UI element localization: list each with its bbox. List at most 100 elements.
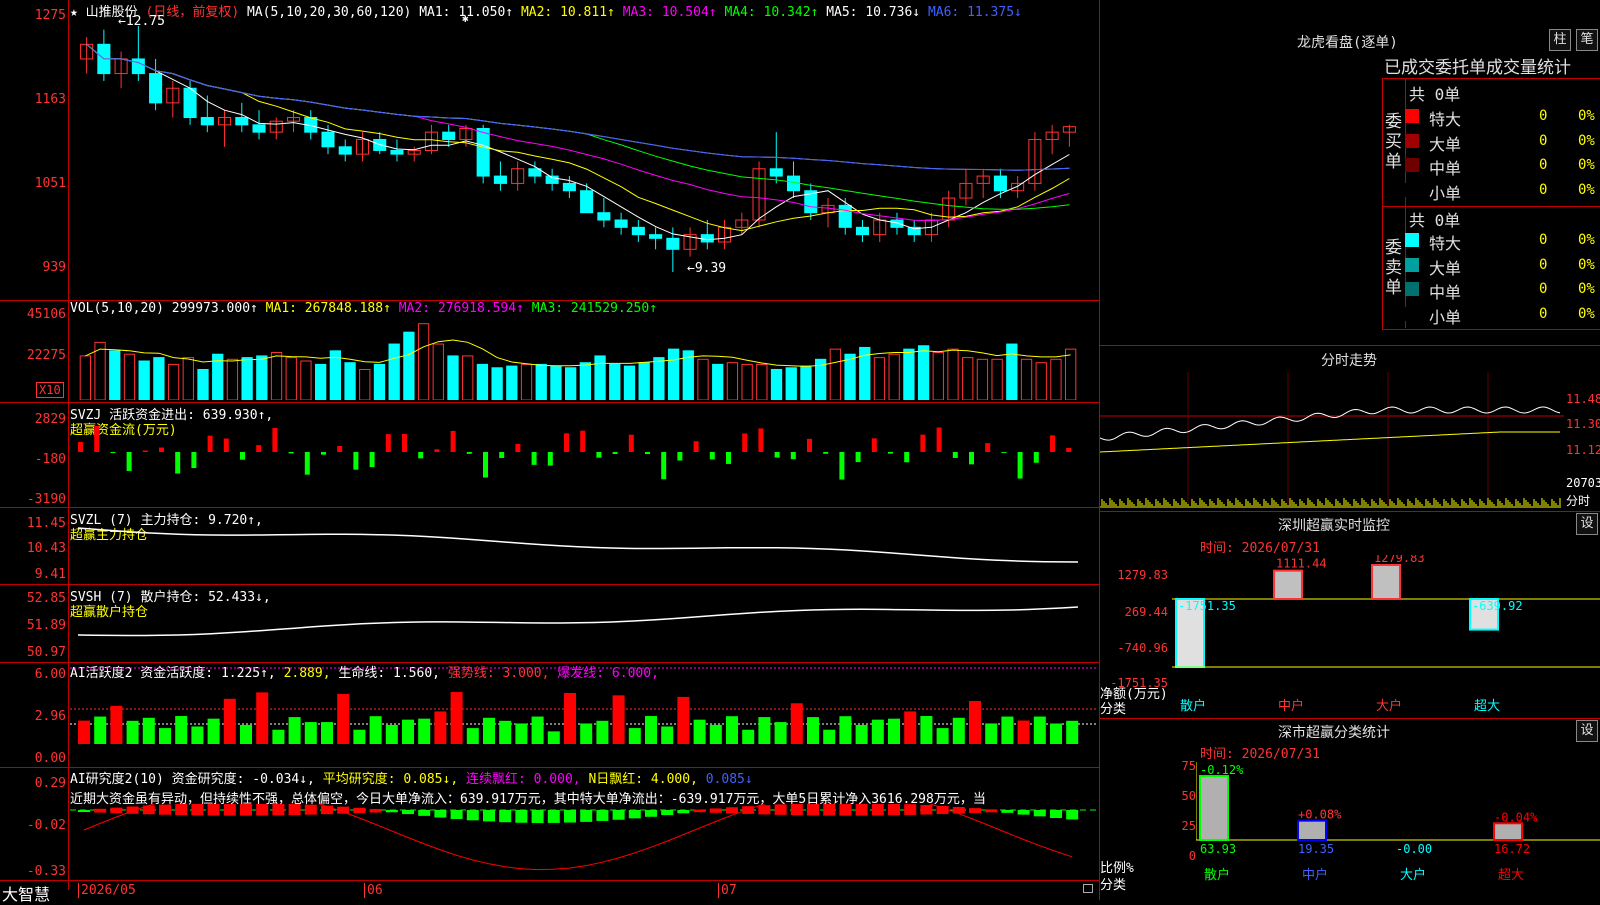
flow-bar (450, 430, 456, 452)
sz-monitor-chart-svg[interactable]: -1751.35 散户 1111.44 中户 1279.83 大户 -639.92 超大 (1172, 555, 1600, 715)
activity-bar (223, 698, 236, 744)
flow-bar (288, 452, 294, 454)
activity-bar (758, 717, 771, 744)
activity-bar (709, 724, 722, 744)
sz-stats-settings-button[interactable]: 设 (1576, 720, 1598, 742)
volume-bar (1050, 358, 1062, 400)
buy-pct: 0% (1578, 181, 1595, 198)
svzl-axis-mid: 10.43 (26, 541, 66, 556)
flow-bar (952, 452, 958, 458)
volume-bar (623, 365, 636, 400)
activity-bar (418, 718, 431, 744)
volume-bar (270, 352, 283, 400)
candle (666, 237, 680, 250)
activity-bar (240, 724, 252, 744)
sz-cat-1: 中户 (1278, 698, 1304, 714)
flow-bar (985, 443, 991, 452)
sell-row-0: 特大 0 0% (1405, 229, 1600, 253)
volume-bar (550, 365, 562, 400)
vol-unit-badge: X10 (36, 382, 64, 398)
bar-mode-button[interactable]: 柱 (1549, 29, 1571, 51)
flow-bar (369, 452, 375, 468)
research-bar (418, 810, 431, 816)
research-bar (1017, 810, 1030, 815)
volume-bar (520, 363, 533, 400)
sz-stats-chart-svg[interactable]: -0.12% 63.93 散户 +0.08% 19.35 中户 -0.00 大户 -0.04% 1… (1196, 762, 1600, 900)
flow-bar (742, 433, 748, 452)
intraday-chart-svg[interactable] (1100, 372, 1564, 508)
stats-axis-75: 75 (1181, 759, 1196, 773)
activity-bar (612, 695, 625, 744)
intraday-title: 分时走势 (1321, 353, 1377, 369)
brand-logo[interactable]: 大智慧 (2, 881, 50, 905)
volume-bar (447, 355, 459, 400)
research-bar (904, 804, 917, 815)
activity-bar (531, 716, 544, 744)
activity-bar (564, 693, 576, 744)
flow-bar (1001, 452, 1007, 453)
flow-bar (709, 452, 715, 460)
volume-bar (506, 365, 518, 400)
stats-bottom-label-2: -0.00 (1396, 842, 1432, 856)
sell-label: 大单 (1429, 258, 1462, 278)
price-chart-svg[interactable] (70, 18, 1098, 280)
research-bar (839, 804, 852, 816)
buy-label: 小单 (1429, 183, 1462, 203)
tick-mode-button[interactable]: 笔 (1576, 29, 1598, 51)
research-bar (499, 810, 512, 823)
research-bar (191, 804, 204, 816)
flow-bar (1050, 435, 1055, 452)
sz-monitor-settings-button[interactable]: 设 (1576, 513, 1598, 535)
research-bar (758, 805, 771, 815)
intraday-avg-line (1100, 431, 1560, 453)
flow-bar (1033, 452, 1039, 463)
volume-bar (565, 367, 577, 400)
sz-axis-0: 1279.83 (1117, 568, 1168, 582)
buy-label: 中单 (1429, 159, 1462, 178)
research-bar (645, 810, 657, 817)
volume-bar (991, 358, 1003, 400)
flow-bar (159, 447, 164, 452)
activity-bar (985, 723, 998, 744)
buy-count: 0 (1539, 132, 1548, 149)
flow-bar (466, 452, 472, 454)
flow-bar (612, 452, 618, 454)
date-tick-06: 06 (364, 883, 383, 898)
svsh-chart-svg[interactable] (70, 587, 1098, 660)
lock-icon[interactable] (1083, 884, 1093, 893)
svsh-axis-bot: 50.97 (26, 645, 66, 660)
ai1-axis-bot: 0.00 (34, 751, 66, 766)
svsh-axis-mid: 51.89 (26, 618, 66, 633)
sell-count: 0 (1539, 281, 1548, 297)
candle (649, 234, 663, 239)
volume-bar (917, 345, 930, 400)
activity-bar (677, 696, 690, 744)
sz-monitor-title: 深圳超赢实时监控 (1278, 518, 1390, 534)
research-bar (223, 804, 236, 816)
volume-bar (844, 353, 856, 400)
research-bar (159, 804, 171, 815)
research-bar (240, 804, 252, 816)
sz-bar-label-1: 1111.44 (1276, 557, 1327, 571)
date-tick-2026-05: 2026/05 (78, 883, 136, 898)
ai-avg-research: 平均研究度: 0.085↓, (322, 772, 459, 787)
stats-cat-3: 超大 (1498, 868, 1524, 883)
flow-bar (191, 452, 197, 469)
stats-top-label-0: -0.12% (1200, 763, 1244, 777)
svzl-chart-svg[interactable] (70, 510, 1098, 582)
activity-bar (855, 724, 868, 744)
ai-research-chart-svg[interactable] (70, 804, 1098, 878)
date-axis: 大智慧 2026/05 06 07 (0, 880, 1100, 904)
volume-bar (462, 355, 474, 400)
date-tick-07: 07 (718, 883, 737, 898)
volume-bar (932, 352, 944, 400)
flow-bar (223, 438, 229, 452)
ai-activity-chart-svg[interactable] (70, 664, 1098, 766)
volume-chart-svg[interactable] (70, 318, 1098, 400)
volume-bar (432, 343, 444, 400)
activity-bar (969, 700, 981, 744)
svzj-chart-svg[interactable] (70, 405, 1098, 505)
volume-bar (79, 355, 91, 400)
svsh-axis-top: 52.85 (26, 591, 66, 606)
vol-axis-45106: 45106 (26, 307, 66, 322)
